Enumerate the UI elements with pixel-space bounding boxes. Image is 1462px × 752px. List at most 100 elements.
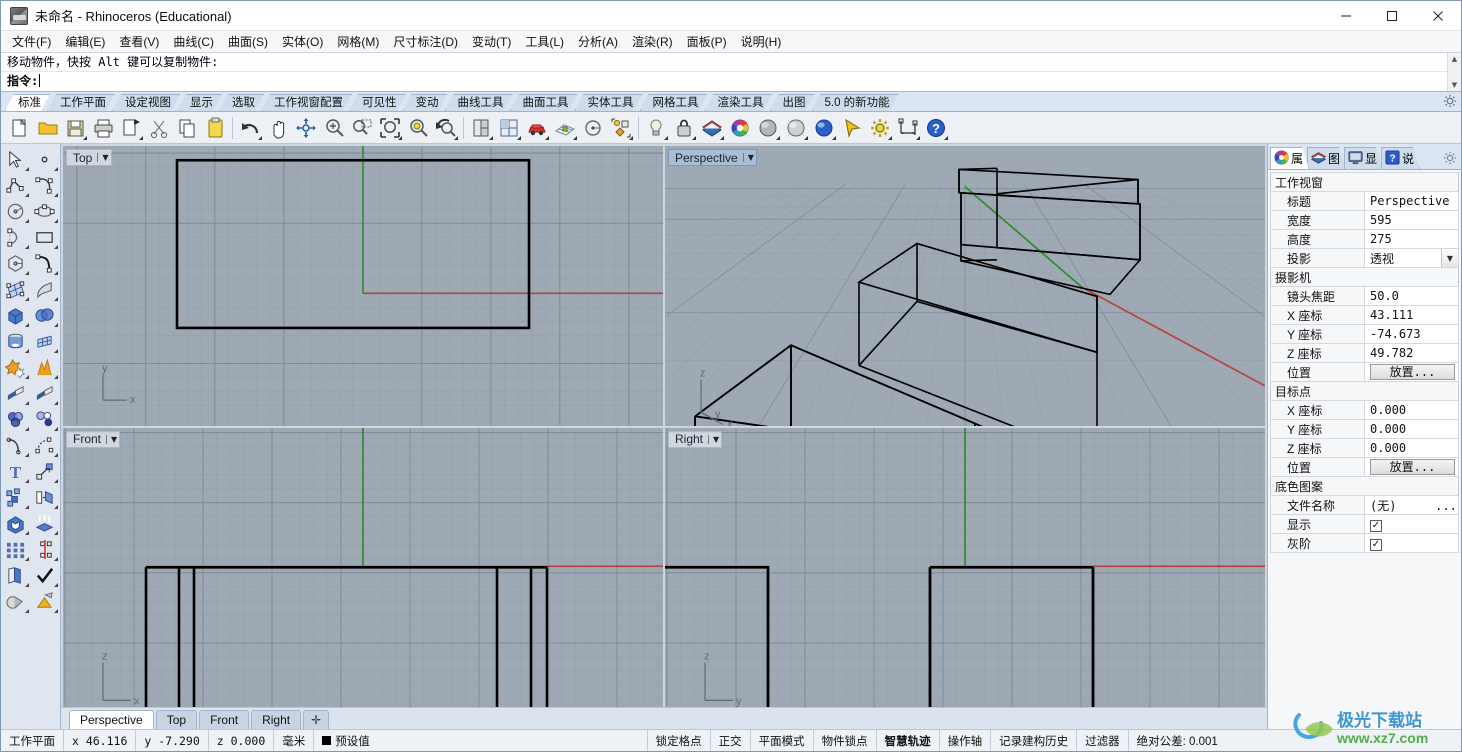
flyout-arrow-icon[interactable]: [53, 505, 58, 509]
zoom-selected-icon[interactable]: [404, 114, 432, 142]
property-action-button-cell[interactable]: 放置...: [1364, 362, 1459, 382]
flyout-arrow-icon[interactable]: [53, 349, 58, 353]
flyout-arrow-icon[interactable]: [139, 135, 143, 140]
flyout-arrow-icon[interactable]: [489, 135, 493, 140]
flyout-arrow-icon[interactable]: [53, 609, 58, 613]
flyout-arrow-icon[interactable]: [83, 135, 87, 140]
tolerance-cell[interactable]: 绝对公差: 0.001: [1129, 730, 1461, 751]
rectangle-icon[interactable]: [30, 224, 59, 250]
menu-mesh[interactable]: 网格(M): [330, 32, 386, 52]
viewport-layout-icon[interactable]: [467, 114, 495, 142]
flyout-arrow-icon[interactable]: [53, 453, 58, 457]
y-coordinate-cell[interactable]: y -7.290: [136, 730, 209, 751]
flyout-arrow-icon[interactable]: [53, 167, 58, 171]
flyout-arrow-icon[interactable]: [888, 135, 892, 140]
flyout-arrow-icon[interactable]: [24, 531, 29, 535]
curve-interp-icon[interactable]: [30, 172, 59, 198]
flyout-arrow-icon[interactable]: [24, 479, 29, 483]
color-wheel-icon[interactable]: [726, 114, 754, 142]
toolbar-tab-12[interactable]: 渲染工具: [705, 94, 773, 111]
ellipse-icon[interactable]: [30, 198, 59, 224]
flyout-arrow-icon[interactable]: [53, 375, 58, 379]
flyout-arrow-icon[interactable]: [24, 297, 29, 301]
menu-panels[interactable]: 面板(P): [680, 32, 734, 52]
viewport-front[interactable]: z x Front ▼: [63, 427, 663, 707]
flyout-arrow-icon[interactable]: [53, 219, 58, 223]
surface-mesh-icon[interactable]: [30, 328, 59, 354]
toolbar-tab-1[interactable]: 工作平面: [47, 94, 115, 111]
properties-tab-2[interactable]: 显: [1344, 147, 1383, 169]
align-icon[interactable]: [30, 536, 59, 562]
print-icon[interactable]: [89, 114, 117, 142]
chevron-down-icon[interactable]: ▼: [708, 434, 719, 444]
flyout-arrow-icon[interactable]: [53, 557, 58, 561]
property-value[interactable]: 595: [1364, 210, 1459, 230]
maximize-button[interactable]: [1369, 1, 1415, 31]
toolbar-tab-4[interactable]: 选取: [219, 94, 264, 111]
menu-help[interactable]: 说明(H): [734, 32, 789, 52]
options-gear-icon[interactable]: [866, 114, 894, 142]
osnap-toggle[interactable]: 物件锁点: [814, 730, 877, 751]
property-value[interactable]: Perspective: [1364, 191, 1459, 211]
scroll-up-icon[interactable]: ▲: [1448, 53, 1461, 65]
grid-snap-icon[interactable]: [551, 114, 579, 142]
flyout-arrow-icon[interactable]: [517, 135, 521, 140]
flyout-arrow-icon[interactable]: [53, 427, 58, 431]
viewport-tab-right[interactable]: Right: [251, 710, 302, 729]
flyout-arrow-icon[interactable]: [804, 135, 808, 140]
viewport-label-right[interactable]: Right ▼: [668, 430, 723, 448]
rotate-view-icon[interactable]: [292, 114, 320, 142]
flyout-arrow-icon[interactable]: [24, 323, 29, 327]
mirror-icon[interactable]: [30, 484, 59, 510]
circle-icon[interactable]: [1, 198, 30, 224]
sphere-boolean-icon[interactable]: [30, 302, 59, 328]
browse-button[interactable]: ...: [1435, 497, 1457, 513]
cap-solid-icon[interactable]: [1, 510, 30, 536]
viewport-tab-perspective[interactable]: Perspective: [69, 710, 154, 729]
copy-icon[interactable]: [173, 114, 201, 142]
flyout-arrow-icon[interactable]: [720, 135, 724, 140]
toolbar-tab-3[interactable]: 显示: [177, 94, 222, 111]
flyout-arrow-icon[interactable]: [24, 167, 29, 171]
menu-solid[interactable]: 实体(O): [275, 32, 330, 52]
undo-icon[interactable]: [236, 114, 264, 142]
viewport-tab-front[interactable]: Front: [199, 710, 250, 729]
new-file-icon[interactable]: [5, 114, 33, 142]
polygon-icon[interactable]: [1, 250, 30, 276]
viewport-perspective[interactable]: z y x Perspective ▼: [665, 146, 1265, 426]
property-action-button-cell[interactable]: 放置...: [1364, 457, 1459, 477]
toolbar-tab-13[interactable]: 出图: [770, 94, 815, 111]
flyout-arrow-icon[interactable]: [53, 531, 58, 535]
property-dropdown[interactable]: 透视 ▼: [1364, 248, 1459, 268]
fillet-curve-icon[interactable]: [1, 432, 30, 458]
grid-array-icon[interactable]: [1, 536, 30, 562]
save-file-icon[interactable]: [61, 114, 89, 142]
render-shadow-icon[interactable]: [1, 588, 30, 614]
flyout-arrow-icon[interactable]: [53, 271, 58, 275]
menu-file[interactable]: 文件(F): [5, 32, 58, 52]
flyout-arrow-icon[interactable]: [454, 135, 458, 140]
select-objects-icon[interactable]: [1, 146, 30, 172]
layer-icon[interactable]: [698, 114, 726, 142]
viewport-right[interactable]: z y Right ▼: [665, 427, 1265, 707]
cylinder-icon[interactable]: [1, 328, 30, 354]
property-checkbox-cell[interactable]: ✓: [1364, 514, 1459, 534]
box-solid-icon[interactable]: [1, 302, 30, 328]
toolbar-tab-6[interactable]: 可见性: [349, 94, 406, 111]
toolbar-tab-14[interactable]: 5.0 的新功能: [812, 94, 899, 111]
flyout-arrow-icon[interactable]: [24, 583, 29, 587]
flyout-arrow-icon[interactable]: [629, 135, 633, 140]
object-properties-icon[interactable]: [607, 114, 635, 142]
viewport-label-front[interactable]: Front ▼: [66, 430, 121, 448]
shaded-sphere-icon[interactable]: [754, 114, 782, 142]
planar-toggle[interactable]: 平面模式: [751, 730, 814, 751]
toolbar-tab-5[interactable]: 工作视窗配置: [261, 94, 352, 111]
car-render-icon[interactable]: [523, 114, 551, 142]
minimize-button[interactable]: [1323, 1, 1369, 31]
flyout-arrow-icon[interactable]: [916, 135, 920, 140]
four-view-icon[interactable]: [495, 114, 523, 142]
menu-curve[interactable]: 曲线(C): [166, 32, 221, 52]
text-tool-icon[interactable]: T: [1, 458, 30, 484]
property-value[interactable]: -74.673: [1364, 324, 1459, 344]
smarttrack-toggle[interactable]: 智慧轨迹: [877, 730, 940, 751]
